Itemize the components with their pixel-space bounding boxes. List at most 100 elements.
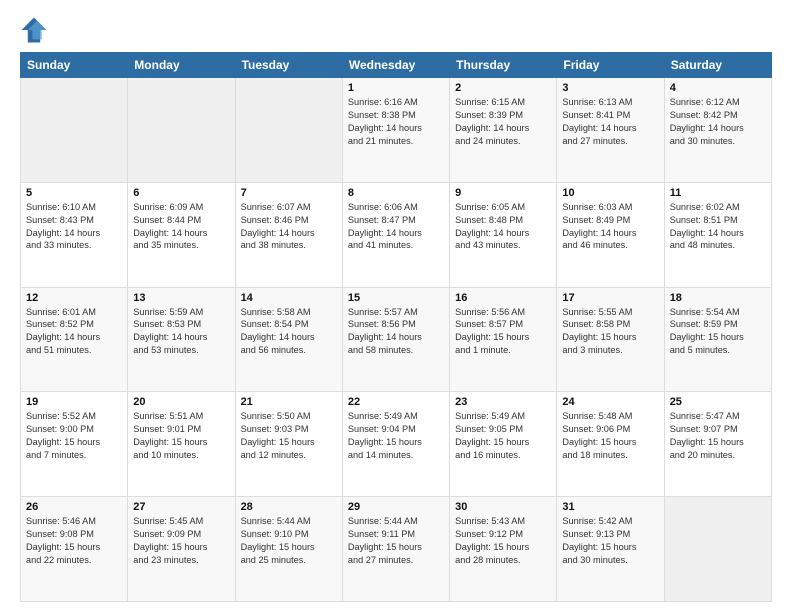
day-detail: Sunrise: 5:55 AM Sunset: 8:58 PM Dayligh… [562, 306, 658, 358]
week-row-5: 26 Sunrise: 5:46 AM Sunset: 9:08 PM Dayli… [21, 497, 772, 602]
day-number: 31 [562, 501, 658, 513]
weekday-header-sunday: Sunday [21, 53, 128, 78]
day-number: 12 [26, 292, 122, 304]
day-detail: Sunrise: 6:01 AM Sunset: 8:52 PM Dayligh… [26, 306, 122, 358]
day-number: 17 [562, 292, 658, 304]
calendar-cell: 16 Sunrise: 5:56 AM Sunset: 8:57 PM Dayli… [450, 287, 557, 392]
day-detail: Sunrise: 5:49 AM Sunset: 9:04 PM Dayligh… [348, 410, 444, 462]
day-detail: Sunrise: 5:48 AM Sunset: 9:06 PM Dayligh… [562, 410, 658, 462]
calendar-cell: 9 Sunrise: 6:05 AM Sunset: 8:48 PM Daylig… [450, 182, 557, 287]
day-detail: Sunrise: 5:57 AM Sunset: 8:56 PM Dayligh… [348, 306, 444, 358]
day-detail: Sunrise: 5:44 AM Sunset: 9:10 PM Dayligh… [241, 515, 337, 567]
day-detail: Sunrise: 5:46 AM Sunset: 9:08 PM Dayligh… [26, 515, 122, 567]
calendar-cell: 20 Sunrise: 5:51 AM Sunset: 9:01 PM Dayli… [128, 392, 235, 497]
day-number: 6 [133, 187, 229, 199]
calendar-cell: 31 Sunrise: 5:42 AM Sunset: 9:13 PM Dayli… [557, 497, 664, 602]
calendar-cell: 11 Sunrise: 6:02 AM Sunset: 8:51 PM Dayli… [664, 182, 771, 287]
calendar-cell: 10 Sunrise: 6:03 AM Sunset: 8:49 PM Dayli… [557, 182, 664, 287]
day-detail: Sunrise: 6:03 AM Sunset: 8:49 PM Dayligh… [562, 201, 658, 253]
calendar-cell: 4 Sunrise: 6:12 AM Sunset: 8:42 PM Daylig… [664, 78, 771, 183]
weekday-header-friday: Friday [557, 53, 664, 78]
day-number: 28 [241, 501, 337, 513]
day-number: 26 [26, 501, 122, 513]
calendar-cell [21, 78, 128, 183]
calendar: SundayMondayTuesdayWednesdayThursdayFrid… [20, 52, 772, 602]
day-detail: Sunrise: 6:02 AM Sunset: 8:51 PM Dayligh… [670, 201, 766, 253]
calendar-cell: 29Sunrise: 5:44 AM Sunset: 9:11 PM Dayli… [342, 497, 449, 602]
day-detail: Sunrise: 6:06 AM Sunset: 8:47 PM Dayligh… [348, 201, 444, 253]
day-detail: Sunrise: 5:45 AM Sunset: 9:09 PM Dayligh… [133, 515, 229, 567]
day-number: 5 [26, 187, 122, 199]
day-detail: Sunrise: 5:51 AM Sunset: 9:01 PM Dayligh… [133, 410, 229, 462]
calendar-cell: 28 Sunrise: 5:44 AM Sunset: 9:10 PM Dayli… [235, 497, 342, 602]
day-number: 18 [670, 292, 766, 304]
day-number: 15 [348, 292, 444, 304]
day-detail: Sunrise: 6:12 AM Sunset: 8:42 PM Dayligh… [670, 96, 766, 148]
day-number: 29 [348, 501, 444, 513]
day-detail: Sunrise: 5:50 AM Sunset: 9:03 PM Dayligh… [241, 410, 337, 462]
page: SundayMondayTuesdayWednesdayThursdayFrid… [0, 0, 792, 612]
calendar-cell: 12 Sunrise: 6:01 AM Sunset: 8:52 PM Dayli… [21, 287, 128, 392]
calendar-cell: 14 Sunrise: 5:58 AM Sunset: 8:54 PM Dayli… [235, 287, 342, 392]
calendar-cell: 3 Sunrise: 6:13 AM Sunset: 8:41 PM Daylig… [557, 78, 664, 183]
calendar-cell: 21 Sunrise: 5:50 AM Sunset: 9:03 PM Dayli… [235, 392, 342, 497]
day-detail: Sunrise: 6:16 AM Sunset: 8:38 PM Dayligh… [348, 96, 444, 148]
day-detail: Sunrise: 6:09 AM Sunset: 8:44 PM Dayligh… [133, 201, 229, 253]
calendar-cell: 8 Sunrise: 6:06 AM Sunset: 8:47 PM Daylig… [342, 182, 449, 287]
calendar-cell: 2 Sunrise: 6:15 AM Sunset: 8:39 PM Daylig… [450, 78, 557, 183]
calendar-cell [128, 78, 235, 183]
day-detail: Sunrise: 6:05 AM Sunset: 8:48 PM Dayligh… [455, 201, 551, 253]
weekday-header-saturday: Saturday [664, 53, 771, 78]
calendar-cell: 23Sunrise: 5:49 AM Sunset: 9:05 PM Dayli… [450, 392, 557, 497]
day-detail: Sunrise: 5:42 AM Sunset: 9:13 PM Dayligh… [562, 515, 658, 567]
logo-icon [20, 16, 48, 44]
calendar-cell: 1 Sunrise: 6:16 AM Sunset: 8:38 PM Daylig… [342, 78, 449, 183]
day-detail: Sunrise: 5:54 AM Sunset: 8:59 PM Dayligh… [670, 306, 766, 358]
day-number: 8 [348, 187, 444, 199]
weekday-header-tuesday: Tuesday [235, 53, 342, 78]
weekday-header-wednesday: Wednesday [342, 53, 449, 78]
day-number: 7 [241, 187, 337, 199]
calendar-cell: 17 Sunrise: 5:55 AM Sunset: 8:58 PM Dayli… [557, 287, 664, 392]
day-number: 4 [670, 82, 766, 94]
calendar-cell: 15 Sunrise: 5:57 AM Sunset: 8:56 PM Dayli… [342, 287, 449, 392]
day-number: 9 [455, 187, 551, 199]
day-detail: Sunrise: 6:13 AM Sunset: 8:41 PM Dayligh… [562, 96, 658, 148]
day-detail: Sunrise: 5:59 AM Sunset: 8:53 PM Dayligh… [133, 306, 229, 358]
day-number: 11 [670, 187, 766, 199]
calendar-cell: 24 Sunrise: 5:48 AM Sunset: 9:06 PM Dayli… [557, 392, 664, 497]
day-number: 20 [133, 396, 229, 408]
day-number: 3 [562, 82, 658, 94]
day-number: 19 [26, 396, 122, 408]
day-detail: Sunrise: 5:49 AM Sunset: 9:05 PM Dayligh… [455, 410, 551, 462]
day-detail: Sunrise: 6:07 AM Sunset: 8:46 PM Dayligh… [241, 201, 337, 253]
calendar-cell: 19Sunrise: 5:52 AM Sunset: 9:00 PM Dayli… [21, 392, 128, 497]
day-detail: Sunrise: 6:15 AM Sunset: 8:39 PM Dayligh… [455, 96, 551, 148]
day-number: 27 [133, 501, 229, 513]
calendar-cell: 27 Sunrise: 5:45 AM Sunset: 9:09 PM Dayli… [128, 497, 235, 602]
calendar-cell: 5Sunrise: 6:10 AM Sunset: 8:43 PM Daylig… [21, 182, 128, 287]
calendar-cell: 13 Sunrise: 5:59 AM Sunset: 8:53 PM Dayli… [128, 287, 235, 392]
day-number: 1 [348, 82, 444, 94]
day-number: 21 [241, 396, 337, 408]
header [20, 16, 772, 44]
day-number: 16 [455, 292, 551, 304]
weekday-header-row: SundayMondayTuesdayWednesdayThursdayFrid… [21, 53, 772, 78]
calendar-cell: 25Sunrise: 5:47 AM Sunset: 9:07 PM Dayli… [664, 392, 771, 497]
week-row-4: 19Sunrise: 5:52 AM Sunset: 9:00 PM Dayli… [21, 392, 772, 497]
week-row-2: 5Sunrise: 6:10 AM Sunset: 8:43 PM Daylig… [21, 182, 772, 287]
calendar-cell: 7 Sunrise: 6:07 AM Sunset: 8:46 PM Daylig… [235, 182, 342, 287]
day-detail: Sunrise: 5:58 AM Sunset: 8:54 PM Dayligh… [241, 306, 337, 358]
day-number: 2 [455, 82, 551, 94]
weekday-header-monday: Monday [128, 53, 235, 78]
day-number: 10 [562, 187, 658, 199]
calendar-cell: 26 Sunrise: 5:46 AM Sunset: 9:08 PM Dayli… [21, 497, 128, 602]
day-number: 13 [133, 292, 229, 304]
calendar-cell: 30Sunrise: 5:43 AM Sunset: 9:12 PM Dayli… [450, 497, 557, 602]
calendar-cell: 6 Sunrise: 6:09 AM Sunset: 8:44 PM Daylig… [128, 182, 235, 287]
week-row-1: 1 Sunrise: 6:16 AM Sunset: 8:38 PM Daylig… [21, 78, 772, 183]
day-detail: Sunrise: 5:56 AM Sunset: 8:57 PM Dayligh… [455, 306, 551, 358]
day-number: 24 [562, 396, 658, 408]
day-number: 25 [670, 396, 766, 408]
day-number: 14 [241, 292, 337, 304]
